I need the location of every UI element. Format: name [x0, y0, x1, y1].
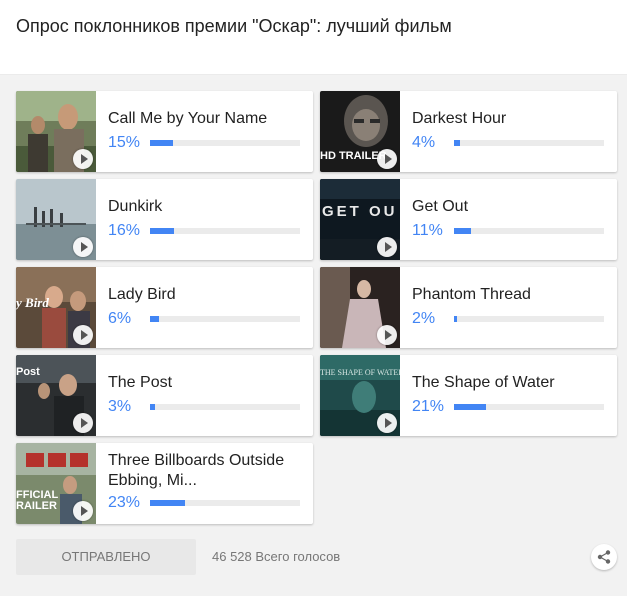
play-icon[interactable] — [73, 325, 93, 345]
poll-title: Опрос поклонников премии "Оскар": лучший… — [16, 16, 452, 36]
option-percent: 21% — [412, 398, 445, 415]
option-name: Get Out — [412, 198, 469, 215]
play-icon[interactable] — [377, 149, 397, 169]
share-icon — [597, 550, 611, 564]
play-icon[interactable] — [73, 413, 93, 433]
movie-thumbnail[interactable]: FFICIAL RAILER — [16, 443, 96, 524]
option-name: Dunkirk — [108, 198, 163, 215]
movie-thumbnail[interactable]: Post — [16, 355, 96, 436]
progress-bar — [454, 228, 604, 234]
option-name: Call Me by Your Name — [108, 110, 268, 127]
poll-header: Опрос поклонников премии "Оскар": лучший… — [0, 0, 627, 75]
option-percent: 15% — [108, 134, 141, 151]
option-name: Three Billboards Outside Ebbing, Mi... — [108, 452, 285, 489]
progress-bar — [454, 316, 604, 322]
progress-fill — [454, 228, 471, 234]
option-percent: 2% — [412, 310, 436, 327]
progress-fill — [454, 404, 486, 410]
option-name: Darkest Hour — [412, 110, 507, 127]
play-icon[interactable] — [73, 501, 93, 521]
movie-thumbnail[interactable]: y Bird — [16, 267, 96, 348]
progress-bar — [150, 404, 300, 410]
poll-option-lady-bird[interactable]: y Bird Lady Bird 6% — [16, 267, 313, 348]
progress-fill — [454, 140, 460, 146]
share-button[interactable] — [591, 544, 617, 570]
progress-bar — [150, 140, 300, 146]
play-icon[interactable] — [377, 413, 397, 433]
option-percent: 23% — [108, 494, 141, 511]
thumbnail-caption: Post — [16, 366, 40, 378]
thumbnail-caption: y Bird — [16, 295, 49, 310]
option-name: The Shape of Water — [412, 374, 555, 391]
movie-thumbnail[interactable] — [16, 179, 96, 260]
poll-option-the-shape-of-water[interactable]: THE SHAPE OF WATER The Shape of Water 21… — [320, 355, 617, 436]
play-icon[interactable] — [377, 325, 397, 345]
option-percent: 3% — [108, 398, 132, 415]
thumbnail-caption: FFICIAL RAILER — [16, 489, 58, 512]
progress-fill — [150, 404, 155, 410]
progress-fill — [150, 228, 174, 234]
option-percent: 16% — [108, 222, 141, 239]
poll-option-phantom-thread[interactable]: Phantom Thread 2% — [320, 267, 617, 348]
option-name: The Post — [108, 374, 173, 391]
option-name: Lady Bird — [108, 286, 176, 303]
option-percent: 11% — [412, 222, 443, 239]
movie-thumbnail[interactable] — [320, 267, 400, 348]
poll-option-dunkirk[interactable]: Dunkirk 16% — [16, 179, 313, 260]
progress-fill — [150, 500, 185, 506]
poll-option-get-out[interactable]: GET OU Get Out 11% — [320, 179, 617, 260]
option-percent: 4% — [412, 134, 436, 151]
progress-bar — [454, 140, 604, 146]
progress-bar — [150, 316, 300, 322]
poll-option-call-me-by-your-name[interactable]: Call Me by Your Name 15% — [16, 91, 313, 172]
poll-option-three-billboards[interactable]: FFICIAL RAILER Three Billboards Outside … — [16, 443, 313, 524]
option-name: Phantom Thread — [412, 286, 531, 303]
progress-bar — [454, 404, 604, 410]
total-votes: 46 528 Всего голосов — [212, 549, 341, 564]
poll-panel: Call Me by Your Name 15% HD TRAILER Dark… — [0, 75, 627, 596]
thumbnail-caption: THE SHAPE OF WATER — [320, 368, 400, 377]
movie-thumbnail[interactable]: GET OU — [320, 179, 400, 260]
thumbnail-caption: GET OU — [322, 203, 398, 220]
movie-thumbnail[interactable] — [16, 91, 96, 172]
play-icon[interactable] — [73, 149, 93, 169]
play-icon[interactable] — [377, 237, 397, 257]
progress-fill — [150, 140, 173, 146]
movie-thumbnail[interactable]: THE SHAPE OF WATER — [320, 355, 400, 436]
progress-bar — [150, 500, 300, 506]
progress-bar — [150, 228, 300, 234]
play-icon[interactable] — [73, 237, 93, 257]
progress-fill — [454, 316, 457, 322]
progress-fill — [150, 316, 159, 322]
poll-option-darkest-hour[interactable]: HD TRAILER Darkest Hour 4% — [320, 91, 617, 172]
movie-thumbnail[interactable]: HD TRAILER — [320, 91, 400, 172]
option-percent: 6% — [108, 310, 132, 327]
submitted-button[interactable]: ОТПРАВЛЕНО — [16, 539, 196, 575]
poll-option-the-post[interactable]: Post The Post 3% — [16, 355, 313, 436]
